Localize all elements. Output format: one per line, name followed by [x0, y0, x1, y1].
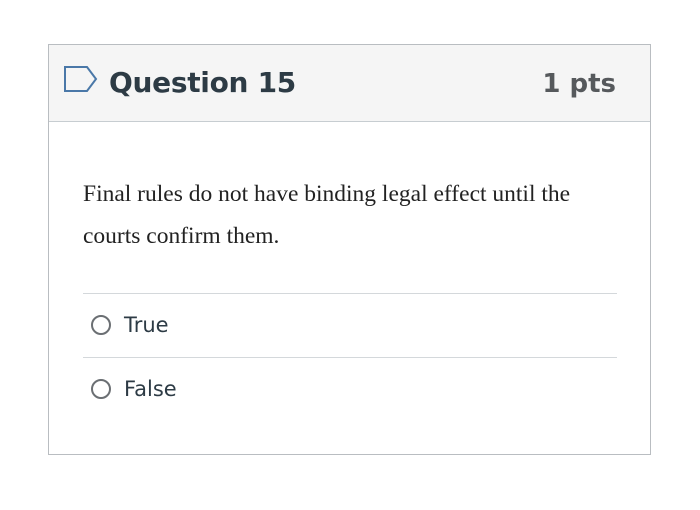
- answer-divider: [83, 357, 617, 358]
- answer-label-false: False: [124, 377, 177, 401]
- answer-divider: [83, 293, 617, 294]
- answer-label-true: True: [124, 313, 169, 337]
- flag-outline-icon[interactable]: [63, 65, 99, 93]
- question-card: Question 15 1 pts Final rules do not hav…: [48, 44, 651, 455]
- question-title: Question 15: [109, 66, 296, 99]
- answer-option-false[interactable]: False: [91, 369, 177, 409]
- question-text: Final rules do not have binding legal ef…: [83, 181, 571, 249]
- answer-option-true[interactable]: True: [91, 305, 169, 345]
- question-points: 1 pts: [542, 69, 616, 99]
- question-header: Question 15 1 pts: [49, 45, 650, 122]
- radio-button-true[interactable]: [91, 315, 111, 335]
- radio-button-false[interactable]: [91, 379, 111, 399]
